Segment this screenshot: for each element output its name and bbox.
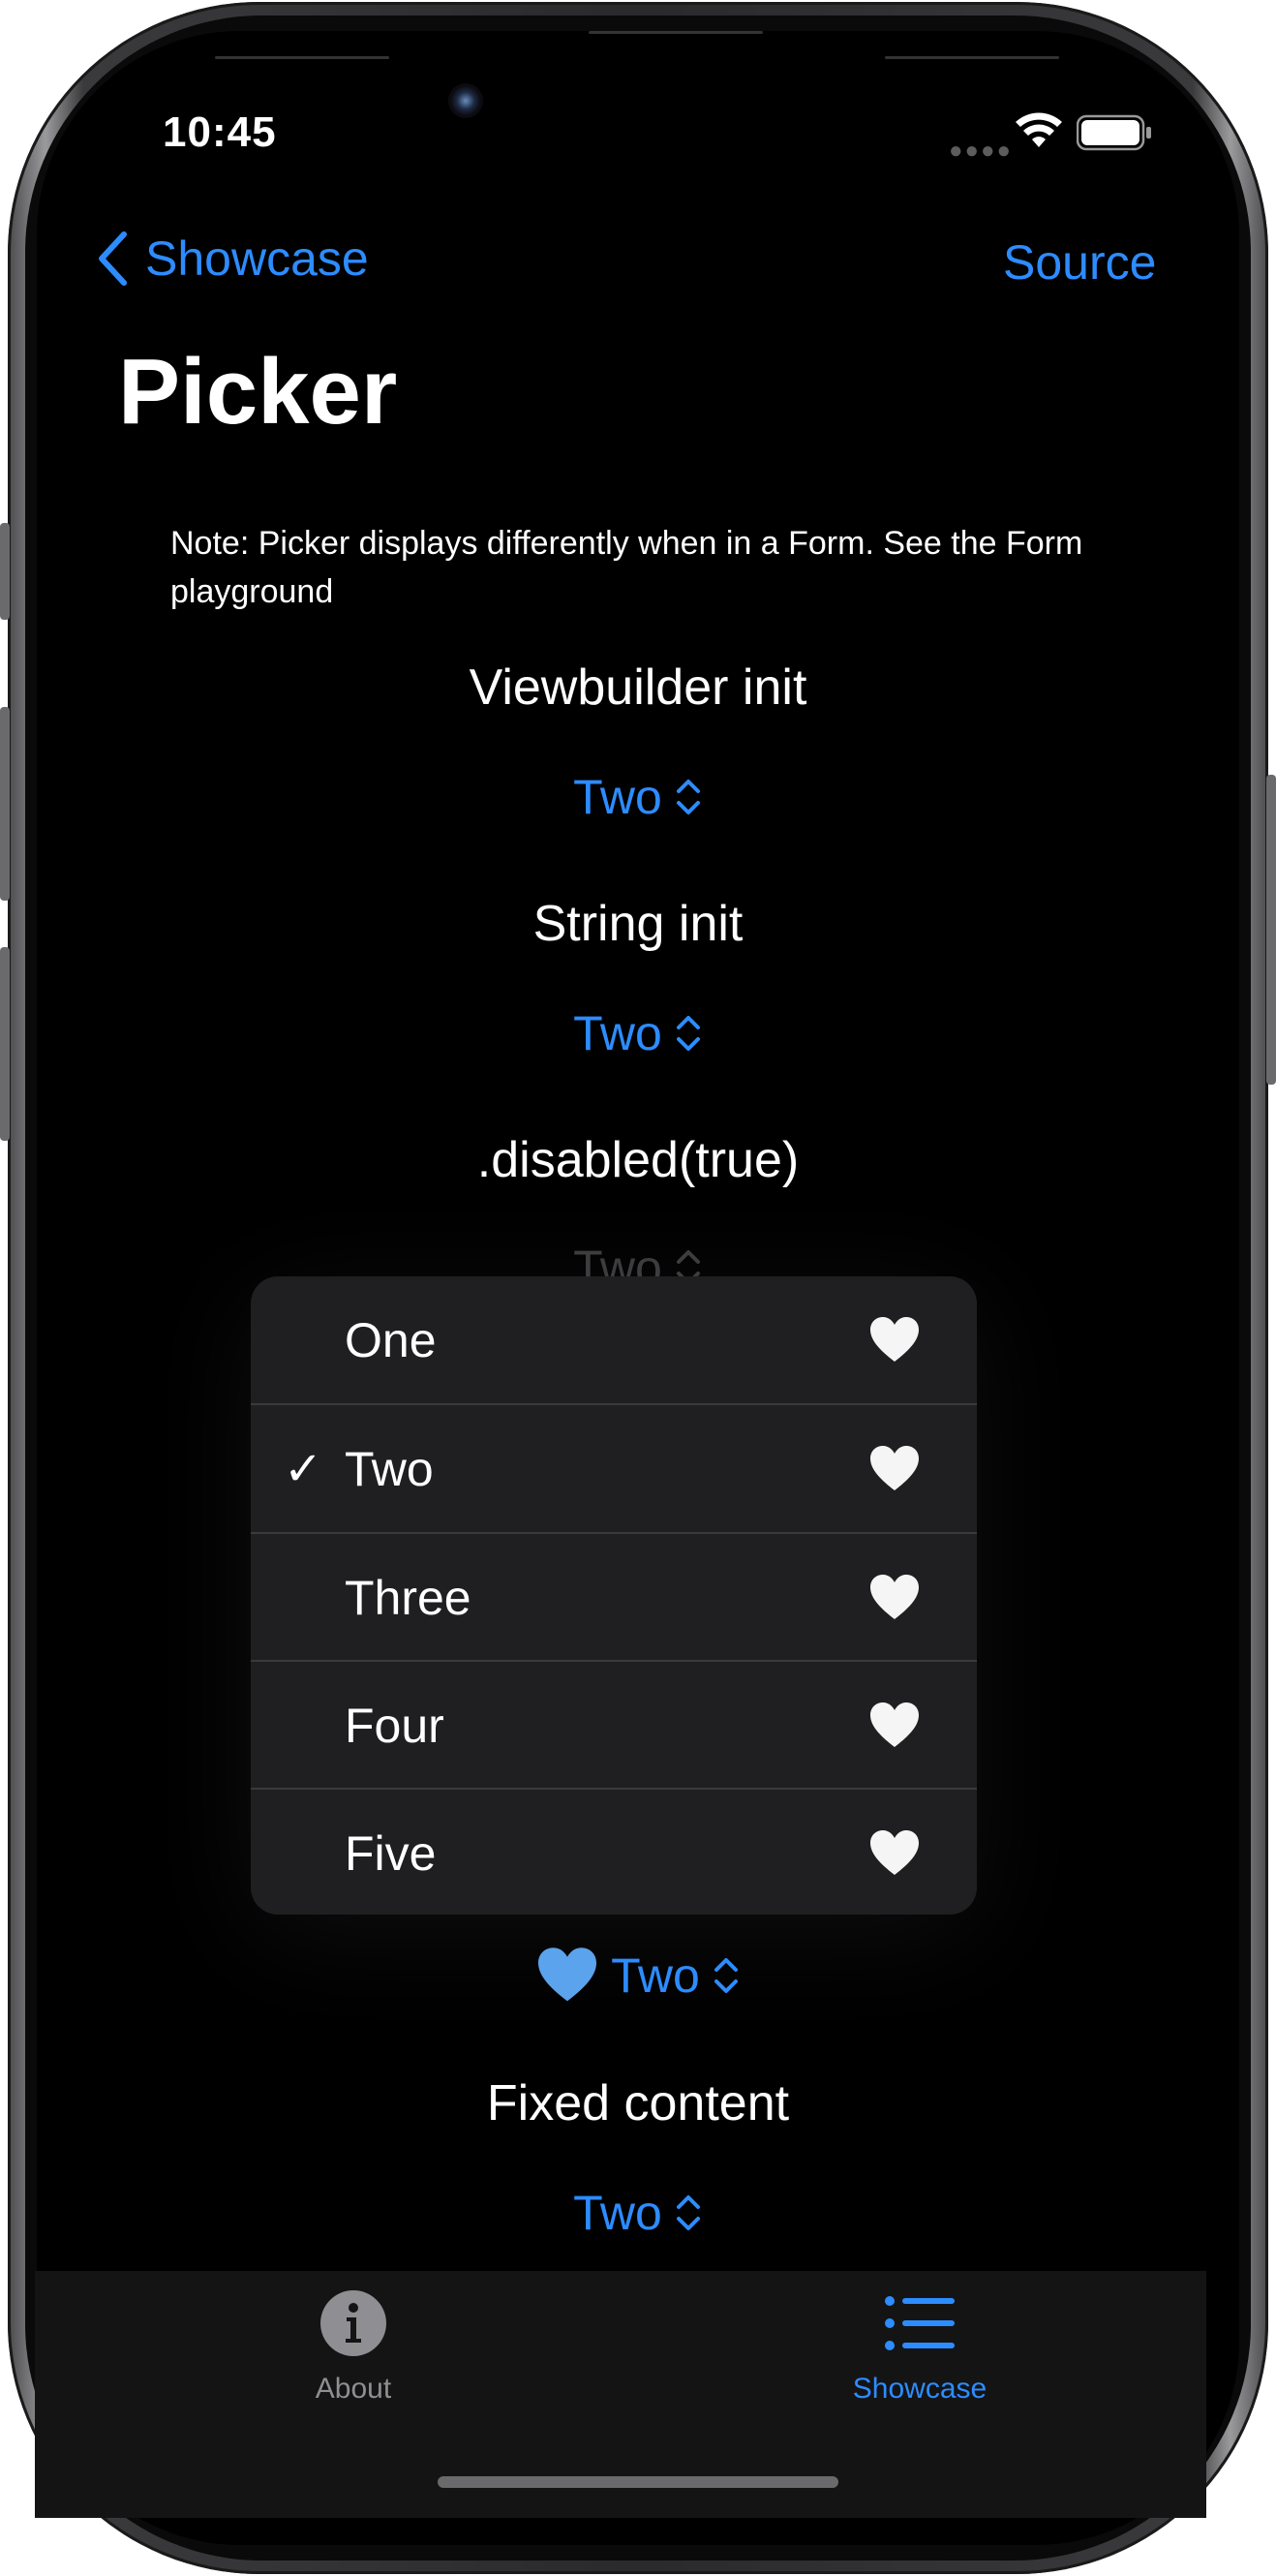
- fixed-content-label: Fixed content: [486, 2075, 790, 2131]
- tab-about-label: About: [315, 2373, 392, 2405]
- heart-icon: [870, 1317, 919, 1362]
- action-button: [0, 523, 10, 620]
- status-time: 10:45: [163, 108, 277, 156]
- checkmark-icon: ✓: [284, 1444, 323, 1495]
- page-title: Picker: [118, 340, 398, 444]
- battery-icon: [1077, 114, 1151, 151]
- wifi-icon: [1016, 112, 1062, 147]
- string-picker[interactable]: Two: [0, 1005, 1276, 1061]
- front-camera: [448, 83, 483, 118]
- label-picker-value: Two: [611, 1948, 700, 2003]
- viewbuilder-init-label: Viewbuilder init: [469, 659, 807, 716]
- chevron-up-down-icon: [714, 1958, 738, 1993]
- picker-menu: One ✓ Two Three Four Five: [251, 1276, 977, 1915]
- string-picker-value: Two: [573, 1006, 662, 1060]
- string-init-label: String init: [532, 896, 744, 952]
- menu-item-label: One: [345, 1313, 437, 1367]
- menu-item-label: Two: [345, 1442, 434, 1496]
- chevron-up-down-icon: [676, 1016, 700, 1051]
- heart-icon: [538, 1947, 597, 2002]
- viewbuilder-picker-value: Two: [573, 770, 662, 824]
- top-speaker-left: [215, 56, 389, 59]
- back-button[interactable]: Showcase: [97, 230, 369, 287]
- fixed-content-picker-value: Two: [573, 2186, 662, 2240]
- menu-item-five[interactable]: Five: [251, 1790, 977, 1915]
- label-picker[interactable]: Two: [0, 1947, 1276, 2005]
- top-speaker-right: [885, 56, 1059, 59]
- menu-item-two[interactable]: ✓ Two: [251, 1405, 977, 1533]
- back-button-label: Showcase: [145, 231, 369, 286]
- info-icon: [320, 2290, 386, 2356]
- fixed-content-picker[interactable]: Two: [0, 2185, 1276, 2241]
- tab-showcase-label: Showcase: [852, 2373, 987, 2405]
- chevron-up-down-icon: [676, 2195, 700, 2230]
- heart-icon: [870, 1830, 919, 1875]
- menu-item-three[interactable]: Three: [251, 1534, 977, 1662]
- menu-item-label: Five: [345, 1826, 437, 1881]
- disabled-label: .disabled(true): [476, 1132, 800, 1188]
- heart-icon: [870, 1575, 919, 1619]
- source-button[interactable]: Source: [1003, 234, 1156, 291]
- top-speaker-center: [589, 31, 763, 34]
- tab-showcase[interactable]: Showcase: [833, 2289, 1007, 2415]
- viewbuilder-picker[interactable]: Two: [0, 769, 1276, 825]
- menu-item-label: Four: [345, 1699, 444, 1753]
- chevron-up-down-icon: [676, 780, 700, 814]
- form-note: Note: Picker displays differently when i…: [170, 525, 1083, 610]
- menu-item-label: Three: [345, 1571, 471, 1625]
- cellular-signal-icon: ●●●●: [949, 138, 1013, 164]
- home-indicator: [438, 2476, 838, 2488]
- chevron-left-icon: [99, 231, 127, 286]
- list-icon: [885, 2296, 955, 2350]
- menu-item-four[interactable]: Four: [251, 1662, 977, 1790]
- tab-about[interactable]: About: [281, 2289, 426, 2415]
- heart-icon: [870, 1702, 919, 1747]
- menu-item-one[interactable]: One: [251, 1276, 977, 1404]
- heart-icon: [870, 1446, 919, 1490]
